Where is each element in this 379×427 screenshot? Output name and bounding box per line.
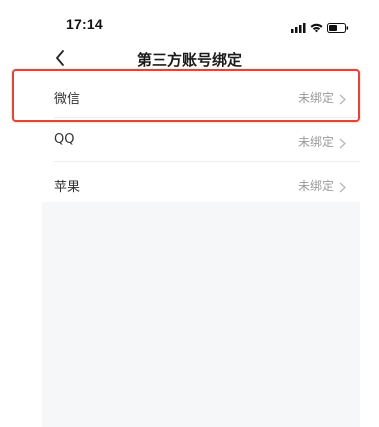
status-bar: 17:14 xyxy=(0,0,379,44)
account-row-qq[interactable]: QQ 未绑定 xyxy=(42,118,360,162)
binding-status: 未绑定 xyxy=(297,135,334,149)
chevron-right-icon xyxy=(339,90,346,105)
account-label: QQ xyxy=(54,132,75,147)
nav-bar: 第三方账号绑定 xyxy=(0,44,379,74)
account-row-apple[interactable]: 苹果 未绑定 xyxy=(42,162,360,206)
battery-icon xyxy=(327,18,349,33)
account-label: 微信 xyxy=(54,92,81,107)
binding-status: 未绑定 xyxy=(297,91,334,105)
account-row-wechat[interactable]: 微信 未绑定 xyxy=(42,74,360,118)
chevron-right-icon xyxy=(339,134,346,149)
page-title: 第三方账号绑定 xyxy=(136,51,242,69)
chevron-right-icon xyxy=(339,178,346,193)
status-time: 17:14 xyxy=(66,16,103,32)
binding-status: 未绑定 xyxy=(297,179,334,193)
account-label: 苹果 xyxy=(54,180,81,195)
content-area xyxy=(42,202,360,427)
signal-icon xyxy=(291,18,306,33)
account-list: 微信 未绑定 QQ 未绑定 苹果 未绑定 xyxy=(42,74,360,206)
wifi-icon xyxy=(310,18,323,33)
